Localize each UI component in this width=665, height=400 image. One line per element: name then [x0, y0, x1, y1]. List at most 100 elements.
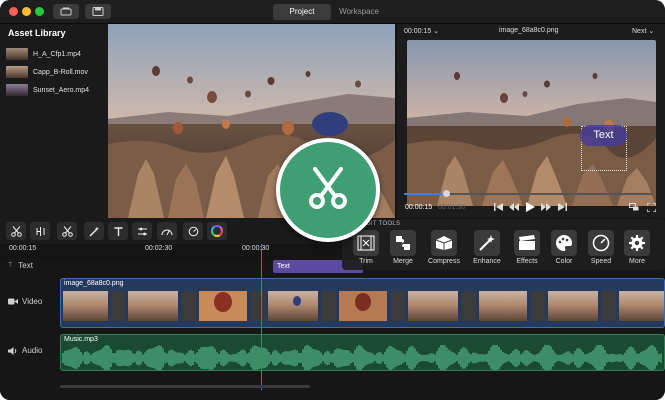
asset-item[interactable]: H_A_Cfp1.mp4: [6, 47, 81, 61]
merge-tool[interactable]: Merge: [385, 230, 421, 268]
split-clip-icon: [36, 226, 44, 236]
compress-tool[interactable]: Compress: [426, 230, 462, 268]
video-filmstrip: [63, 291, 664, 321]
chevron-down-icon: ⌄: [648, 28, 655, 35]
current-time: 00:00:15: [405, 204, 433, 211]
asset-item-label: H_A_Cfp1.mp4: [33, 50, 81, 58]
track-label: Audio: [22, 346, 43, 355]
player-timecode-value: 00:00:15: [404, 28, 432, 35]
audio-clip[interactable]: Music.mp3: [60, 334, 665, 371]
fast-forward-button[interactable]: [540, 201, 552, 213]
waveform-path: [62, 345, 662, 370]
timeline-ruler[interactable]: 00:00:15 00:02:30 00:00:30: [0, 244, 340, 258]
ruler-label: 00:02:30: [145, 245, 173, 252]
video-clip-label: image_68a8c0.png: [64, 280, 124, 287]
skip-start-icon: [493, 203, 503, 211]
track-label-text: T Text: [8, 261, 33, 270]
skip-end-button[interactable]: [556, 201, 568, 213]
clapperboard-icon: [514, 230, 540, 256]
next-button[interactable]: Next ⌄: [632, 27, 654, 35]
asset-library-panel: Asset Library H_A_Cfp1.mp4 Capp_B-Roll.m…: [0, 24, 108, 218]
track-label-video: Video: [8, 297, 42, 306]
timer-tool-button[interactable]: [183, 222, 203, 240]
player-timecode[interactable]: 00:00:15 ⌄: [404, 27, 439, 35]
speedometer-icon: [161, 229, 173, 236]
speedometer-icon: [588, 230, 614, 256]
text-overlay[interactable]: Text: [580, 125, 627, 146]
scissors-icon: [309, 167, 347, 209]
total-time: 00:01:30: [438, 204, 466, 211]
text-track-icon: T: [8, 262, 13, 269]
palette-icon: [551, 230, 577, 256]
aspect-button[interactable]: [628, 201, 640, 213]
speed-tool-button[interactable]: [157, 222, 177, 240]
fullscreen-button[interactable]: [645, 201, 657, 213]
chevron-down-icon: ⌄: [433, 28, 440, 35]
player-file-name: image_68a8c0.png: [499, 27, 559, 34]
import-button[interactable]: [53, 4, 79, 19]
asset-item-label: Sunset_Aero.mp4: [33, 86, 90, 94]
fullscreen-icon: [646, 202, 656, 212]
asset-item[interactable]: Sunset_Aero.mp4: [6, 83, 89, 97]
video-clip[interactable]: image_68a8c0.png: [60, 278, 665, 328]
scrubber-progress: [404, 193, 447, 195]
ruler-label: 00:00:15: [9, 245, 37, 252]
box-icon: [431, 230, 457, 256]
import-icon: [60, 7, 72, 16]
enhance-tool[interactable]: Enhance: [469, 230, 505, 268]
color-wheel-icon: [211, 225, 223, 237]
asset-thumbnail: [6, 66, 28, 78]
player-scrubber[interactable]: [404, 190, 652, 197]
film-trim-icon: [353, 230, 379, 256]
timeline-scrollbar[interactable]: [60, 385, 310, 388]
text-tool-button[interactable]: [108, 222, 128, 240]
player-image: [407, 40, 656, 206]
maximize-window-button[interactable]: [35, 7, 44, 16]
editor-window: Project Workspace Asset Library H_A_Cfp1…: [0, 0, 665, 400]
player-video[interactable]: Text: [407, 40, 656, 206]
rewind-button[interactable]: [508, 201, 520, 213]
track-label: Video: [22, 297, 43, 306]
video-camera-icon: [8, 298, 18, 305]
minimize-window-button[interactable]: [22, 7, 31, 16]
more-tool[interactable]: More: [619, 230, 655, 268]
next-label: Next: [632, 28, 647, 35]
cut-tool-button[interactable]: [57, 222, 77, 240]
playhead[interactable]: [261, 244, 262, 390]
magic-wand-icon: [89, 226, 99, 236]
split-tool-button[interactable]: [6, 222, 26, 240]
edit-tools-panel: EDIT TOOLS Trim Merge Compress Enhance E…: [342, 219, 665, 270]
play-button[interactable]: [524, 201, 536, 213]
gear-icon: [624, 230, 650, 256]
export-button[interactable]: [85, 4, 111, 19]
asset-item-label: Capp_B-Roll.mov: [33, 68, 88, 76]
track-label: Text: [18, 261, 33, 270]
asset-thumbnail: [6, 48, 28, 60]
tab-workspace[interactable]: Workspace: [334, 4, 384, 20]
edit-tool-label: More: [629, 258, 645, 265]
skip-start-button[interactable]: [492, 201, 504, 213]
sliders-icon: [137, 227, 147, 235]
tab-project[interactable]: Project: [273, 4, 331, 20]
player-panel: 00:00:15 ⌄ image_68a8c0.png Next ⌄ Text: [397, 24, 665, 218]
track-label-audio: Audio: [8, 346, 42, 355]
save-icon: [92, 7, 104, 16]
cut-badge: [276, 138, 380, 242]
fast-forward-icon: [541, 203, 551, 211]
magic-tool-button[interactable]: [84, 222, 104, 240]
crop-tool-button[interactable]: [30, 222, 50, 240]
adjust-tool-button[interactable]: [132, 222, 152, 240]
magic-wand-icon: [474, 230, 500, 256]
aspect-icon: [629, 203, 639, 211]
skip-end-icon: [557, 203, 567, 211]
asset-item[interactable]: Capp_B-Roll.mov: [6, 65, 88, 79]
color-tool-button[interactable]: [207, 222, 227, 240]
audio-clip-label: Music.mp3: [64, 336, 98, 343]
puzzle-icon: [390, 230, 416, 256]
ruler-label: 00:00:30: [242, 245, 270, 252]
edit-tool-label: Compress: [428, 258, 460, 265]
close-window-button[interactable]: [9, 7, 18, 16]
scissors-icon: [61, 225, 73, 237]
speaker-icon: [8, 346, 17, 355]
play-icon: [525, 202, 535, 212]
